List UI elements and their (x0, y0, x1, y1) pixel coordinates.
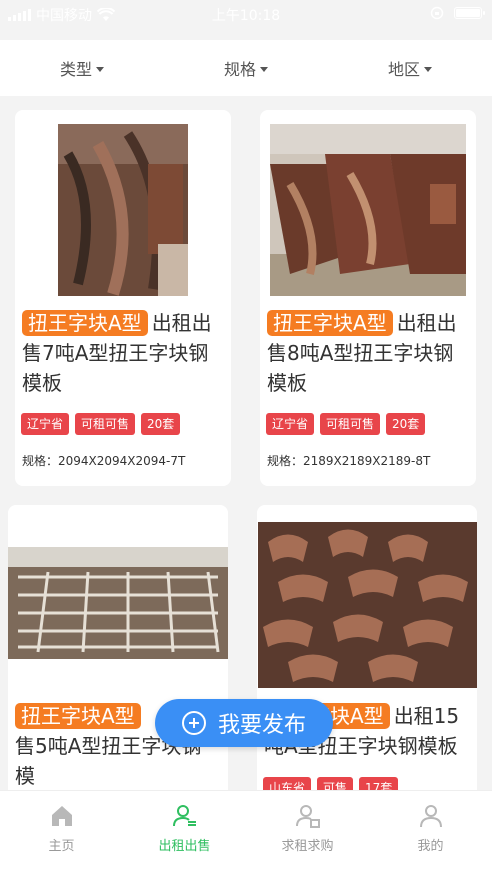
filter-type-dropdown[interactable]: 类型 (0, 40, 164, 96)
status-bar: 中国移动 上午10:18 (0, 0, 492, 28)
listing-title-line1: 出租出 (151, 311, 212, 335)
listing-card[interactable]: 扭王字块A型 出租出 售7吨A型扭王字块钢 模板 辽宁省 可租可售 20套 规格：… (15, 110, 231, 486)
filter-spec-label: 规格 (223, 60, 256, 79)
filter-spec-dropdown[interactable]: 规格 (164, 40, 328, 96)
listing-title: 扭王字块A型 出租出 售8吨A型扭王字块钢 模板 (267, 308, 472, 398)
filter-type-label: 类型 (59, 60, 92, 79)
tab-home-label: 主页 (48, 839, 75, 854)
listing-title-line2: 售7吨A型扭王字块钢 (22, 341, 209, 365)
caret-down-icon (260, 66, 268, 72)
caret-down-icon (424, 66, 432, 72)
quantity-badge: 20套 (141, 413, 181, 435)
listing-card[interactable]: 扭王字块A型 售5吨A型扭王字块钢 模 (8, 505, 228, 805)
rotation-lock-icon (430, 6, 444, 20)
bottom-tab-bar: 主页 出租出售 求租求购 我的 (0, 790, 492, 878)
listing-title-line1: 出租出 (396, 311, 457, 335)
tab-want-rent-buy[interactable]: 求租求购 (246, 791, 369, 878)
listing-title-line2: 售8吨A型扭王字块钢 (267, 341, 454, 365)
listing-title-line3: 模板 (22, 371, 62, 395)
listing-title-line3: 模 (15, 764, 35, 788)
listing-title: 扭王字块A型 出租出 售7吨A型扭王字块钢 模板 (22, 308, 227, 398)
trade-type-badge: 可租可售 (320, 413, 381, 435)
listing-badges: 辽宁省 可租可售 20套 (21, 413, 181, 435)
tab-rent-sell-label: 出租出售 (158, 839, 211, 854)
listing-image (270, 124, 466, 296)
status-time: 上午10:18 (211, 8, 281, 24)
listing-image (8, 547, 228, 659)
tab-mine-label: 我的 (417, 839, 444, 854)
listing-spec: 规格：2189X2189X2189-8T (267, 454, 431, 468)
listing-title-line1: 出租15 (393, 704, 460, 728)
listing-card[interactable]: 扭王字块A型出租15 吨A型扭王字块钢模板 山东省 可售 17套 (257, 505, 477, 805)
listing-image (58, 124, 188, 296)
tab-home[interactable]: 主页 (0, 791, 123, 878)
listing-type-tag: 扭王字块A型 (15, 703, 141, 729)
listing-card[interactable]: 扭王字块A型 出租出 售8吨A型扭王字块钢 模板 辽宁省 可租可售 20套 规格：… (260, 110, 476, 486)
listing-image (258, 522, 477, 688)
listing-type-tag: 扭王字块A型 (267, 310, 393, 336)
region-badge: 辽宁省 (266, 413, 315, 435)
home-icon (51, 806, 72, 826)
trade-type-badge: 可租可售 (75, 413, 136, 435)
filter-region-dropdown[interactable]: 地区 (328, 40, 492, 96)
add-circle-icon (181, 711, 206, 735)
tab-rent-sell[interactable]: 出租出售 (123, 791, 246, 878)
tab-want-rent-buy-label: 求租求购 (281, 839, 334, 854)
person-search-icon (295, 805, 320, 828)
listing-type-tag: 扭王字块A型 (22, 310, 148, 336)
listing-title-line3: 模板 (267, 371, 307, 395)
person-list-icon (172, 805, 196, 827)
filter-bar: 类型 规格 地区 (0, 40, 492, 96)
tab-mine[interactable]: 我的 (369, 791, 492, 878)
profile-icon (419, 805, 442, 828)
battery-icon (454, 7, 485, 19)
filter-region-label: 地区 (387, 60, 420, 79)
region-badge: 辽宁省 (21, 413, 70, 435)
listing-badges: 辽宁省 可租可售 20套 (266, 413, 426, 435)
listing-spec: 规格：2094X2094X2094-7T (22, 454, 186, 468)
publish-button-label: 我要发布 (217, 713, 306, 738)
publish-button[interactable]: 我要发布 (155, 699, 333, 747)
quantity-badge: 20套 (386, 413, 426, 435)
caret-down-icon (96, 66, 104, 72)
